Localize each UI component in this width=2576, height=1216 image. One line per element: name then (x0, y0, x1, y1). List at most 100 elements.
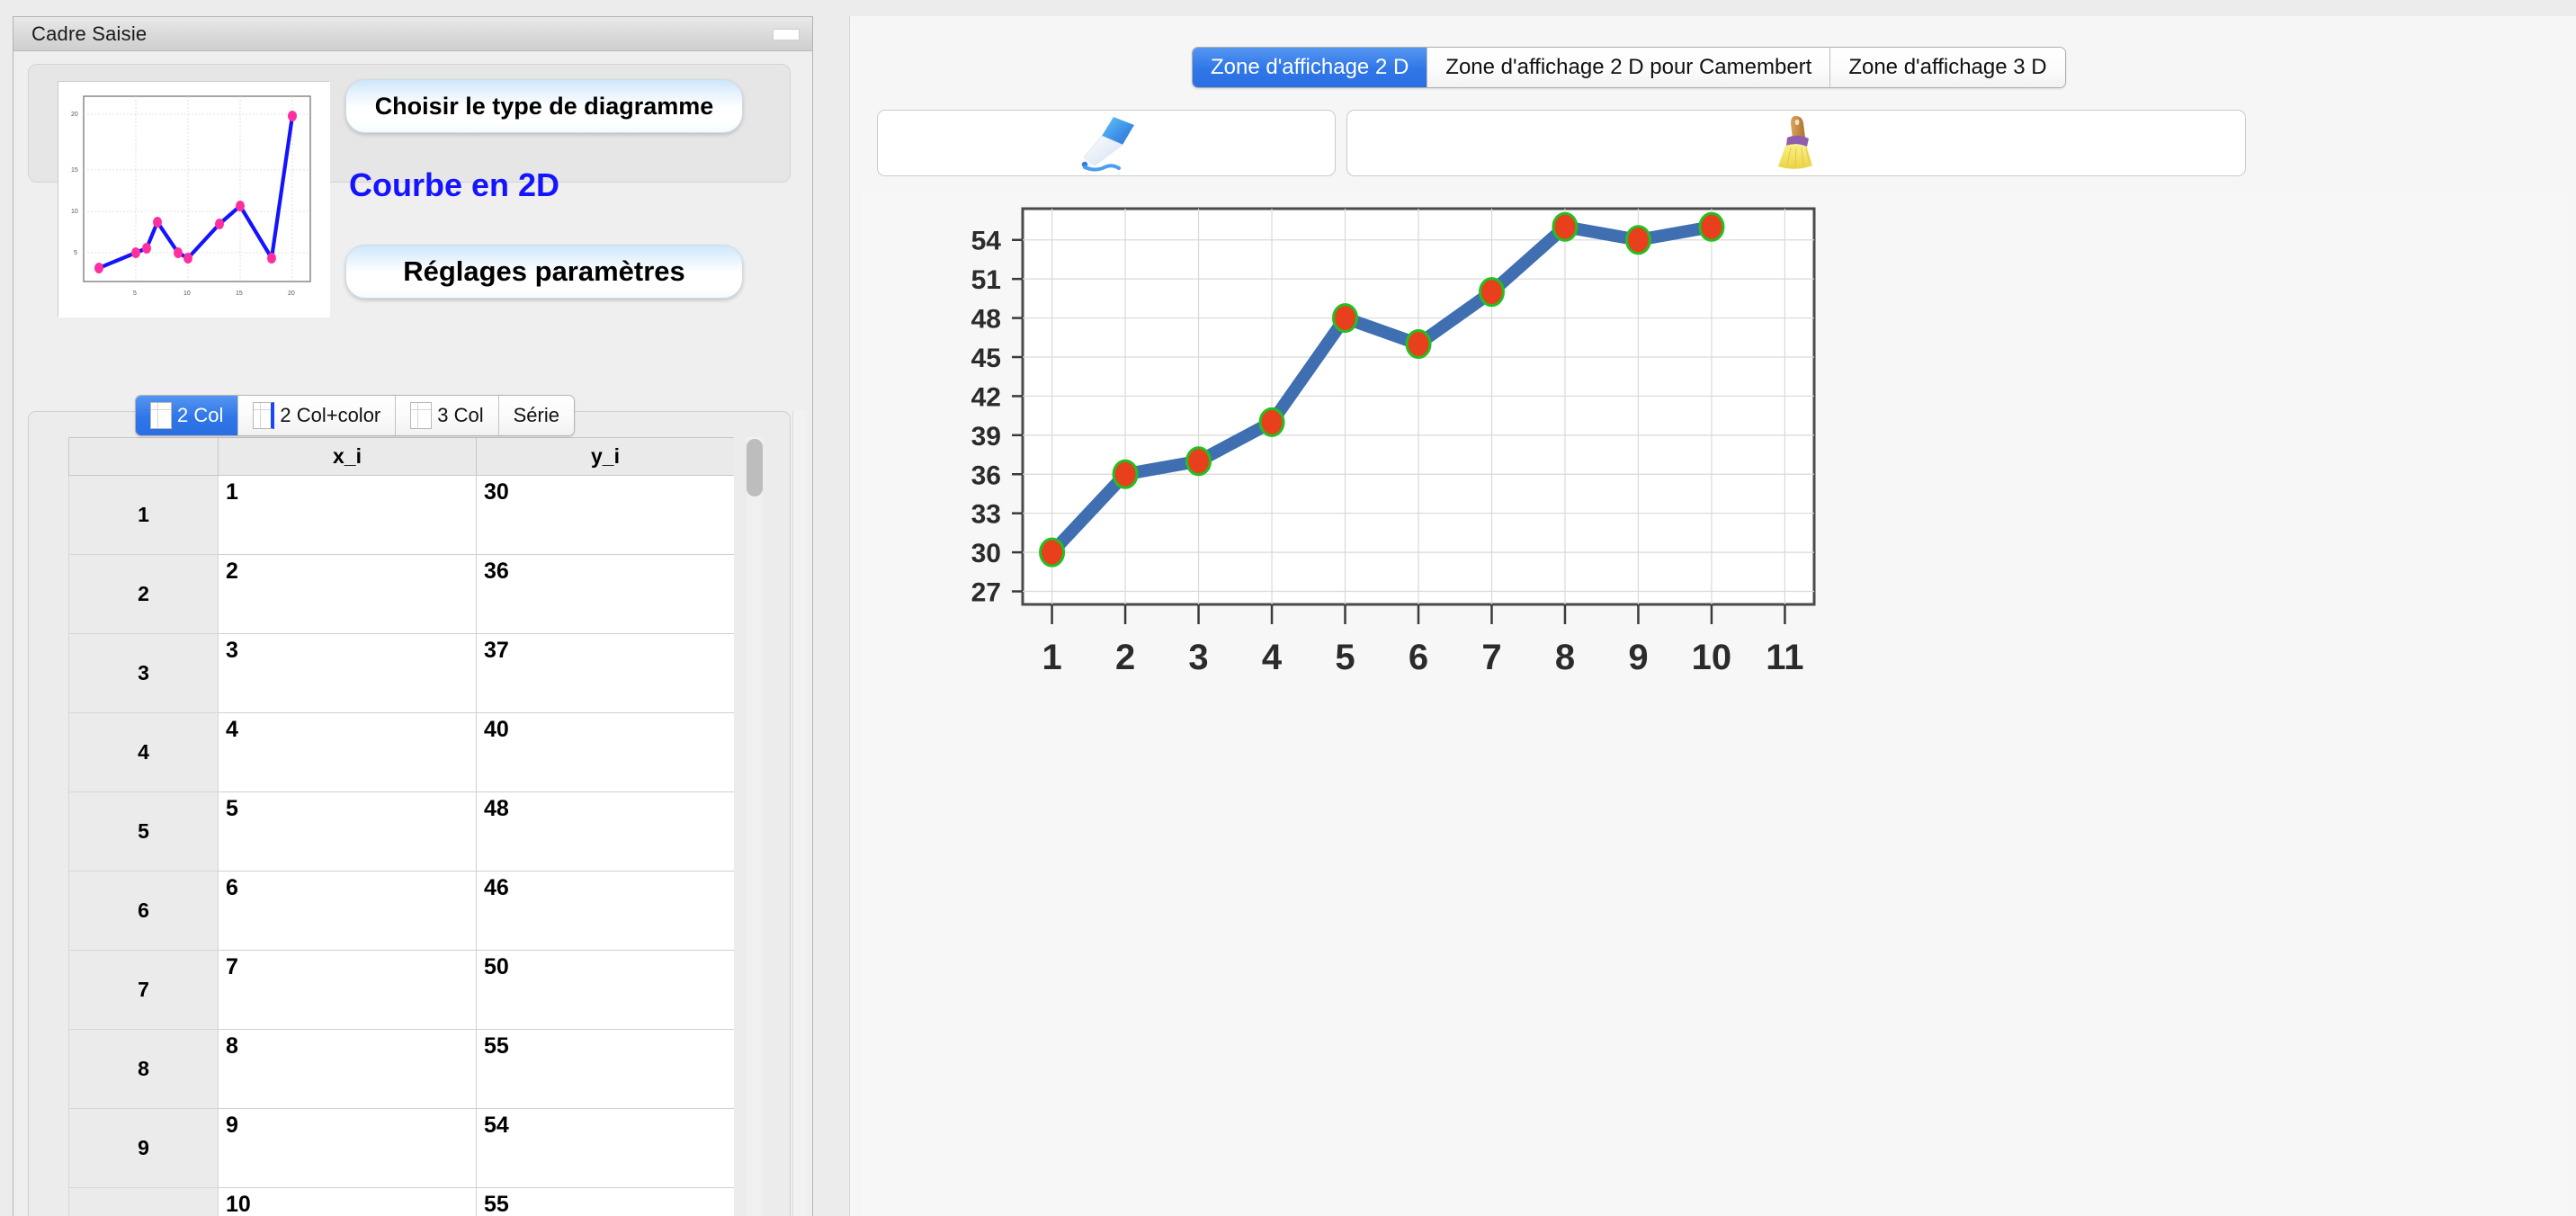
data-point-marker[interactable] (1039, 537, 1066, 568)
minimize-icon[interactable] (773, 29, 800, 40)
table-cell-x[interactable]: 8 (218, 1029, 477, 1109)
table-cell-x[interactable]: 7 (218, 950, 477, 1030)
tab-serie-label: Série (513, 404, 559, 426)
table-row[interactable]: 5 5 48 (68, 791, 734, 872)
y-axis-tick-label: 42 (971, 382, 1001, 412)
x-axis-tick-label: 2 (1115, 638, 1135, 677)
table-row[interactable]: 1 1 30 (68, 475, 734, 555)
table-row-index: 5 (68, 791, 219, 872)
tab-2col-color[interactable]: 2 Col+color (238, 396, 397, 435)
table-cell-x[interactable]: 3 (218, 633, 477, 713)
line-chart-2d: 27303336394245485154 1 2 3 4 5 6 7 8 9 10 11 (861, 192, 2570, 1216)
data-point-marker[interactable] (1185, 446, 1212, 477)
table-cell-y[interactable]: 40 (476, 712, 734, 792)
table-corner-header (68, 437, 219, 476)
chart-canvas[interactable]: 27 30 33 36 39 42 45 48 51 54 1 2 3 4 5 6 7 8 9 10 11 (861, 192, 2570, 1216)
y-axis-tick-label: 33 (971, 500, 1001, 530)
settings-parameters-button[interactable]: Réglages paramètres (345, 245, 743, 299)
table-row-index: 10 (68, 1187, 219, 1216)
data-point-marker[interactable] (1478, 277, 1505, 308)
data-point-marker[interactable] (1698, 211, 1725, 242)
clear-button[interactable] (1346, 110, 2246, 176)
table-scrollbar-track[interactable] (747, 437, 763, 1216)
x-axis-tick-label: 7 (1481, 638, 1501, 677)
tab-zone-2d-camembert-label: Zone d'affichage 2 D pour Camembert (1445, 55, 1812, 79)
table-row[interactable]: 6 6 46 (68, 871, 734, 951)
x-axis-tick-label: 3 (1188, 638, 1208, 677)
y-axis-tick-label: 48 (971, 305, 1001, 335)
tab-2col-color-label: 2 Col+color (280, 404, 381, 426)
data-table-scroll-area[interactable]: x_i y_i 1 1 30 2 2 36 3 3 37 4 4 40 5 5 48 6 6 46 7 7 50 8 8 55… (68, 437, 734, 1216)
data-point-marker[interactable] (1405, 329, 1432, 360)
chart-thumbnail-preview[interactable]: 20 15 10 5 5 10 15 20 (58, 81, 330, 317)
table-cell-x[interactable]: 4 (218, 712, 477, 792)
table-cell-y[interactable]: 46 (476, 871, 734, 951)
table-cell-y[interactable]: 37 (476, 633, 734, 713)
table-row[interactable]: 3 3 37 (68, 633, 734, 713)
table-cell-x[interactable]: 2 (218, 554, 477, 634)
table-cell-y[interactable]: 50 (476, 950, 734, 1030)
table-header-row: x_i y_i (68, 437, 734, 476)
tab-zone-2d-camembert[interactable]: Zone d'affichage 2 D pour Camembert (1427, 48, 1831, 87)
chart-type-chooser-card: 20 15 10 5 5 10 15 20 Choisir le type de… (28, 64, 791, 317)
choose-chart-type-button[interactable]: Choisir le type de diagramme (345, 79, 743, 133)
blue-pen-icon (1081, 117, 1134, 172)
data-point-marker[interactable] (1112, 459, 1139, 489)
table-row[interactable]: 101055 (68, 1187, 734, 1216)
tab-2col[interactable]: 2 Col (136, 396, 239, 435)
table-row[interactable]: 8 8 55 (68, 1029, 734, 1109)
table-cell-y[interactable]: 55 (476, 1187, 734, 1216)
table-row[interactable]: 7 7 50 (68, 950, 734, 1030)
table-cell-x[interactable]: 10 (218, 1187, 477, 1216)
data-point-marker[interactable] (1552, 211, 1579, 242)
table-row[interactable]: 4 4 40 (68, 712, 734, 792)
svg-text:20: 20 (71, 112, 78, 118)
x-axis-tick-label: 11 (1766, 638, 1803, 677)
y-axis-tick-label: 36 (971, 460, 1001, 490)
tab-3col-label: 3 Col (437, 404, 484, 426)
table-cell-x[interactable]: 5 (218, 791, 477, 872)
table-row[interactable]: 2 2 36 (68, 554, 734, 634)
tab-zone-3d[interactable]: Zone d'affichage 3 D (1830, 48, 2065, 87)
x-axis-tick-label: 5 (1335, 638, 1355, 677)
table-cell-y[interactable]: 30 (476, 475, 734, 555)
table-cell-x[interactable]: 6 (218, 871, 477, 951)
tab-2col-label: 2 Col (177, 404, 224, 426)
tab-3col[interactable]: 3 Col (396, 396, 499, 435)
y-axis-tick-label: 39 (971, 422, 1001, 452)
table-header-x[interactable]: x_i (218, 437, 477, 476)
cadre-saisie-panel: Cadre Saisie 20 15 10 5 5 10 15 20 Chois… (13, 16, 813, 1216)
table-cell-y[interactable]: 48 (476, 791, 734, 872)
table-row-index: 1 (68, 475, 219, 555)
table-row-index: 2 (68, 554, 219, 634)
panel-scrollbar[interactable] (792, 411, 807, 1216)
table-header-y[interactable]: y_i (476, 437, 734, 476)
yellow-broom-icon (1778, 116, 1812, 169)
current-chart-type-label: Courbe en 2D (349, 166, 560, 203)
svg-text:15: 15 (71, 167, 78, 174)
x-axis-tick-label: 9 (1628, 638, 1648, 677)
table-row-index: 3 (68, 633, 219, 713)
data-point-marker[interactable] (1258, 407, 1285, 437)
svg-text:5: 5 (133, 291, 137, 297)
table-cell-y[interactable]: 54 (476, 1108, 734, 1188)
table-scrollbar-thumb[interactable] (747, 439, 763, 496)
svg-text:15: 15 (236, 291, 243, 297)
tab-serie[interactable]: Série (498, 396, 574, 435)
grid-2col-icon (150, 402, 172, 429)
y-axis-tick-label: 27 (971, 578, 1001, 608)
tab-zone-2d[interactable]: Zone d'affichage 2 D (1193, 48, 1428, 87)
table-cell-y[interactable]: 36 (476, 554, 734, 634)
y-axis-tick-label: 51 (971, 265, 1001, 295)
table-row-index: 7 (68, 950, 219, 1030)
data-point-marker[interactable] (1332, 303, 1359, 334)
table-row[interactable]: 9 9 54 (68, 1108, 734, 1188)
table-row-index: 8 (68, 1029, 219, 1109)
table-cell-x[interactable]: 1 (218, 475, 477, 555)
draw-button[interactable] (877, 110, 1336, 176)
data-point-marker[interactable] (1624, 225, 1651, 255)
table-cell-y[interactable]: 55 (476, 1029, 734, 1109)
table-row-index: 6 (68, 871, 219, 951)
table-cell-x[interactable]: 9 (218, 1108, 477, 1188)
tab-zone-3d-label: Zone d'affichage 3 D (1848, 55, 2047, 79)
